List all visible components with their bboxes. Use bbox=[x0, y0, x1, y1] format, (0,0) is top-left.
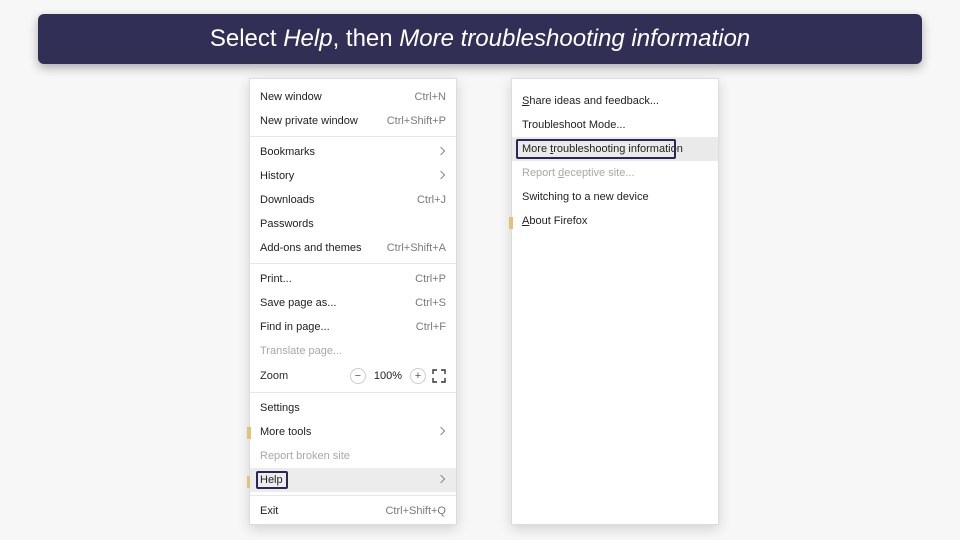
help-submenu-panel: Share ideas and feedback... Troubleshoot… bbox=[511, 78, 719, 525]
fullscreen-icon[interactable] bbox=[432, 369, 446, 383]
menu-find-in-page[interactable]: Find in page... Ctrl+F bbox=[250, 315, 456, 339]
zoom-value: 100% bbox=[372, 370, 404, 382]
help-share-ideas[interactable]: Share ideas and feedback... bbox=[512, 89, 718, 113]
menu-report-broken-site: Report broken site bbox=[250, 444, 456, 468]
main-menu-panel: New window Ctrl+N New private window Ctr… bbox=[249, 78, 457, 525]
menu-save-page-as[interactable]: Save page as... Ctrl+S bbox=[250, 291, 456, 315]
menu-help[interactable]: Help bbox=[250, 468, 456, 492]
banner-mid: , then bbox=[333, 25, 400, 52]
accent-bar bbox=[247, 427, 251, 439]
accent-bar bbox=[509, 217, 513, 229]
instruction-banner: Select Help, then More troubleshooting i… bbox=[38, 14, 922, 64]
chevron-right-icon bbox=[436, 171, 446, 181]
menu-separator bbox=[250, 392, 456, 393]
zoom-out-button[interactable]: − bbox=[350, 368, 366, 384]
menu-exit[interactable]: Exit Ctrl+Shift+Q bbox=[250, 499, 456, 523]
menu-passwords[interactable]: Passwords bbox=[250, 212, 456, 236]
banner-prefix: Select bbox=[210, 25, 283, 52]
banner-em-help: Help bbox=[283, 25, 332, 52]
chevron-right-icon bbox=[436, 147, 446, 157]
menu-addons[interactable]: Add-ons and themes Ctrl+Shift+A bbox=[250, 236, 456, 260]
help-switching-device[interactable]: Switching to a new device bbox=[512, 185, 718, 209]
menu-downloads[interactable]: Downloads Ctrl+J bbox=[250, 188, 456, 212]
help-report-deceptive: Report deceptive site... bbox=[512, 161, 718, 185]
menu-translate-page: Translate page... bbox=[250, 339, 456, 363]
menu-settings[interactable]: Settings bbox=[250, 396, 456, 420]
menu-new-window[interactable]: New window Ctrl+N bbox=[250, 85, 456, 109]
menu-separator bbox=[250, 495, 456, 496]
menu-history[interactable]: History bbox=[250, 164, 456, 188]
zoom-in-button[interactable]: + bbox=[410, 368, 426, 384]
help-more-troubleshooting-info[interactable]: More troubleshooting information bbox=[512, 137, 718, 161]
chevron-right-icon bbox=[436, 427, 446, 437]
banner-em-more: More troubleshooting information bbox=[399, 25, 750, 52]
menu-more-tools[interactable]: More tools bbox=[250, 420, 456, 444]
menu-print[interactable]: Print... Ctrl+P bbox=[250, 267, 456, 291]
menu-zoom-row: Zoom − 100% + bbox=[250, 363, 456, 389]
menu-separator bbox=[250, 263, 456, 264]
menu-bookmarks[interactable]: Bookmarks bbox=[250, 140, 456, 164]
chevron-right-icon bbox=[436, 475, 446, 485]
help-about-firefox[interactable]: About Firefox bbox=[512, 209, 718, 233]
help-troubleshoot-mode[interactable]: Troubleshoot Mode... bbox=[512, 113, 718, 137]
menu-new-private-window[interactable]: New private window Ctrl+Shift+P bbox=[250, 109, 456, 133]
menu-separator bbox=[250, 136, 456, 137]
